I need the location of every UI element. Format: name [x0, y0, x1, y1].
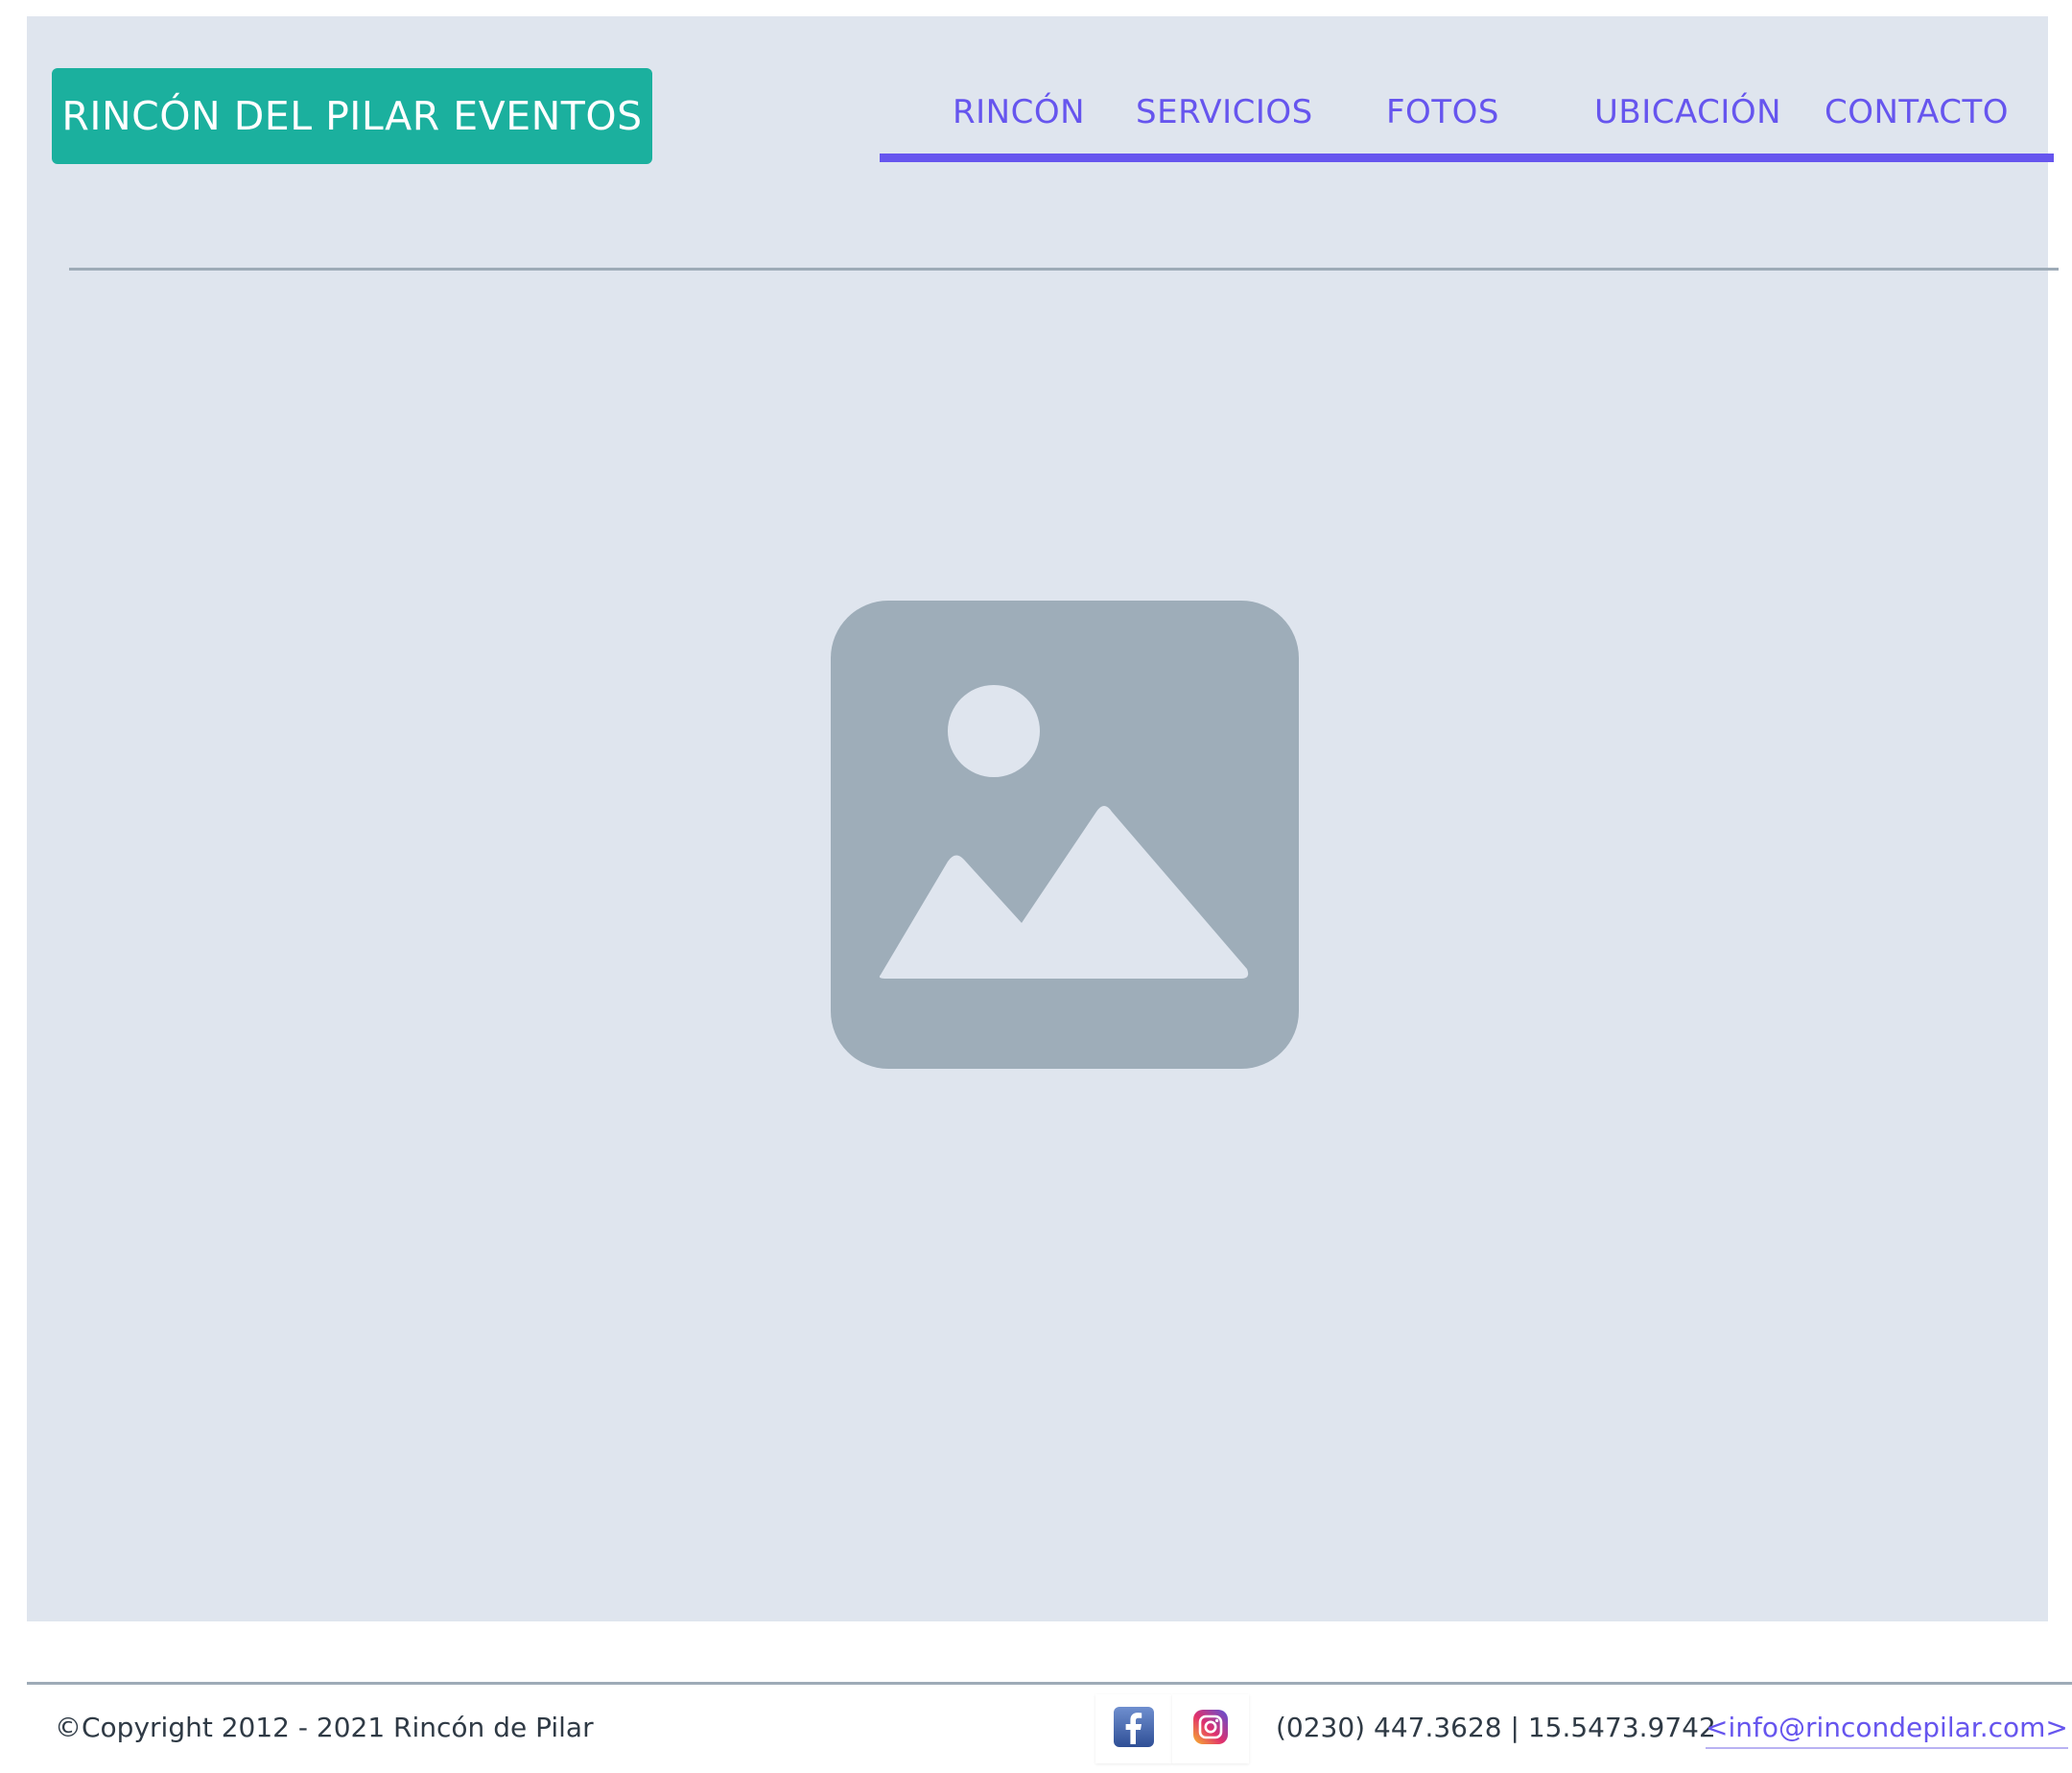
nav-item-rincon[interactable]: RINCÓN: [953, 83, 1085, 141]
main-nav: RINCÓN SERVICIOS FOTOS UBICACIÓN CONTACT…: [880, 83, 2054, 162]
facebook-link[interactable]: [1095, 1694, 1172, 1763]
copyright-text: ©Copyright 2012 - 2021 Rincón de Pilar: [55, 1712, 594, 1743]
nav-item-ubicacion[interactable]: UBICACIÓN: [1594, 83, 1781, 141]
instagram-icon: [1191, 1708, 1230, 1750]
header-divider: [69, 268, 2059, 271]
site-logo-button[interactable]: RINCÓN DEL PILAR EVENTOS: [52, 68, 652, 164]
facebook-icon: [1113, 1706, 1155, 1752]
nav-item-servicios[interactable]: SERVICIOS: [1136, 83, 1313, 141]
page: RINCÓN DEL PILAR EVENTOS RINCÓN SERVICIO…: [0, 0, 2072, 1773]
nav-item-fotos[interactable]: FOTOS: [1386, 83, 1499, 141]
image-placeholder-icon: [831, 601, 1299, 1069]
nav-item-contacto[interactable]: CONTACTO: [1825, 83, 2009, 141]
phone-numbers: (0230) 447.3628 | 15.5473.9742: [1276, 1712, 1716, 1743]
footer-divider: [27, 1682, 2072, 1685]
email-link[interactable]: <info@rincondepilar.com>: [1706, 1709, 2068, 1749]
instagram-link[interactable]: [1172, 1694, 1249, 1763]
hero-section: RINCÓN DEL PILAR EVENTOS RINCÓN SERVICIO…: [27, 16, 2059, 1621]
